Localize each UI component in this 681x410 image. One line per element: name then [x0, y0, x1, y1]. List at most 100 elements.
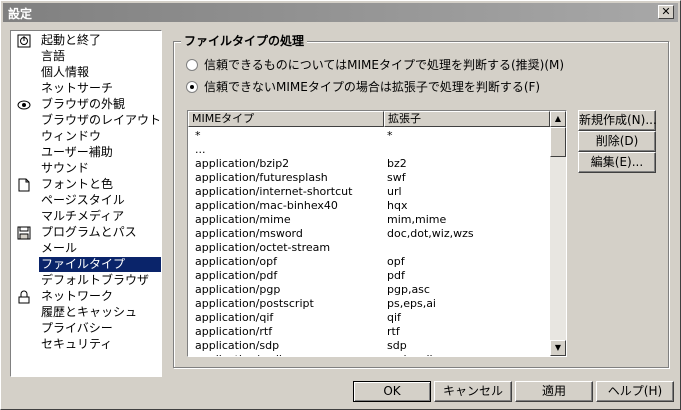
delete-button[interactable]: 削除(D): [578, 131, 656, 152]
sidebar-item[interactable]: ウィンドウ: [39, 129, 103, 144]
radio-trusted-label: 信頼できるものについてはMIMEタイプで処理を判断する(推奨)(M): [204, 58, 565, 72]
mime-type-cell: application/msword: [195, 227, 303, 240]
mime-type-cell: application/mac-binhex40: [195, 199, 338, 212]
table-row[interactable]: application/pdf pdf: [188, 269, 550, 283]
file-type-list[interactable]: MIMEタイプ 拡張子 * *... application/bzip2 bz2 app…: [187, 110, 567, 357]
eye-icon: [17, 98, 31, 112]
mime-type-cell: ...: [195, 143, 206, 156]
table-row[interactable]: * *: [188, 129, 550, 143]
sidebar-item[interactable]: ユーザー補助: [39, 145, 115, 160]
sidebar-item[interactable]: 履歴とキャッシュ: [39, 305, 139, 320]
mime-type-cell: application/futuresplash: [195, 171, 328, 184]
extension-cell: hqx: [387, 199, 408, 212]
new-button[interactable]: 新規作成(N)...: [578, 110, 657, 131]
sidebar-item[interactable]: マルチメディア: [39, 209, 126, 224]
extension-cell: rtf: [387, 325, 400, 338]
extension-cell: bz2: [387, 157, 407, 170]
extension-cell: pdf: [387, 269, 405, 282]
apply-button[interactable]: 適用: [515, 381, 593, 402]
radio-untrusted-label: 信頼できないMIMEタイプの場合は拡張子で処理を判断する(F): [204, 80, 541, 94]
mime-type-cell: application/pdf: [195, 269, 278, 282]
table-row[interactable]: application/futuresplash swf: [188, 171, 550, 185]
table-row[interactable]: application/smil smi,smil: [188, 353, 550, 356]
extension-cell: pgp,asc: [387, 283, 430, 296]
help-button[interactable]: ヘルプ(H): [596, 381, 674, 402]
extension-cell: sdp: [387, 339, 407, 352]
close-button[interactable]: ✕: [658, 5, 674, 19]
power-icon: [17, 34, 31, 48]
extension-cell: ps,eps,ai: [387, 297, 436, 310]
scroll-down-button[interactable]: ▼: [550, 340, 566, 356]
vertical-scrollbar[interactable]: ▲ ▼: [550, 111, 566, 356]
mime-type-cell: application/qif: [195, 311, 274, 324]
list-header: MIMEタイプ 拡張子: [188, 111, 550, 127]
settings-dialog: 設定 ✕ 起動と終了 言語 個人情報 ネットサーチ ブラウザの外観 ブラウザのレイアウトウ…: [0, 0, 681, 410]
sidebar-item[interactable]: 言語: [39, 49, 67, 64]
table-row[interactable]: application/qif qif: [188, 311, 550, 325]
table-row[interactable]: application/pgp pgp,asc: [188, 283, 550, 297]
extension-cell: *: [387, 129, 393, 142]
sidebar-item[interactable]: デフォルトブラウザ: [39, 273, 151, 288]
table-row[interactable]: application/octet-stream: [188, 241, 550, 255]
sidebar-item[interactable]: ネットサーチ: [39, 81, 115, 96]
table-row[interactable]: application/rtf rtf: [188, 325, 550, 339]
title-bar[interactable]: 設定 ✕: [3, 3, 678, 22]
sidebar-item[interactable]: ブラウザの外観: [39, 97, 127, 112]
group-title: ファイルタイプの処理: [181, 32, 308, 49]
scroll-up-button[interactable]: ▲: [550, 111, 566, 127]
radio-selected-dot: [190, 85, 194, 89]
ok-button[interactable]: OK: [353, 381, 431, 402]
mime-type-cell: application/postscript: [195, 297, 314, 310]
sidebar-item[interactable]: サウンド: [39, 161, 91, 176]
table-row[interactable]: application/mime mim,mime: [188, 213, 550, 227]
mime-type-cell: application/internet-shortcut: [195, 185, 353, 198]
table-row[interactable]: application/msword doc,dot,wiz,wzs: [188, 227, 550, 241]
sidebar-item[interactable]: フォントと色: [39, 177, 115, 192]
table-row[interactable]: application/mac-binhex40 hqx: [188, 199, 550, 213]
extension-cell: url: [387, 185, 402, 198]
mime-type-cell: application/rtf: [195, 325, 273, 338]
extension-cell: swf: [387, 171, 406, 184]
table-row[interactable]: application/postscript ps,eps,ai: [188, 297, 550, 311]
mime-type-cell: application/pgp: [195, 283, 281, 296]
sidebar-item[interactable]: ネットワーク: [39, 289, 115, 304]
settings-category-tree: 起動と終了 言語 個人情報 ネットサーチ ブラウザの外観 ブラウザのレイアウト ウィンドウユ…: [10, 30, 162, 377]
extension-cell: mim,mime: [387, 213, 447, 226]
table-row[interactable]: ...: [188, 143, 550, 157]
sidebar-item[interactable]: プログラムとパス: [39, 225, 139, 240]
table-row[interactable]: application/bzip2 bz2: [188, 157, 550, 171]
table-row[interactable]: application/internet-shortcut url: [188, 185, 550, 199]
mime-type-cell: application/bzip2: [195, 157, 290, 170]
mime-type-cell: *: [195, 129, 201, 142]
column-header-mime-type[interactable]: MIMEタイプ: [188, 111, 384, 127]
column-header-extension[interactable]: 拡張子: [384, 111, 550, 127]
sidebar-item[interactable]: ブラウザのレイアウト: [39, 113, 163, 128]
sidebar-item[interactable]: 起動と終了: [39, 33, 103, 48]
lock-icon: [17, 290, 31, 304]
sidebar-item[interactable]: ページスタイル: [39, 193, 127, 208]
mime-type-cell: application/mime: [195, 213, 291, 226]
extension-cell: doc,dot,wiz,wzs: [387, 227, 474, 240]
mime-type-cell: application/octet-stream: [195, 241, 331, 254]
cancel-button[interactable]: キャンセル: [434, 381, 512, 402]
table-row[interactable]: application/sdp sdp: [188, 339, 550, 353]
extension-cell: qif: [387, 311, 401, 324]
table-row[interactable]: application/opf opf: [188, 255, 550, 269]
radio-button-trusted[interactable]: [186, 59, 198, 71]
window-title: 設定: [8, 7, 33, 21]
sidebar-item[interactable]: プライバシー: [39, 321, 115, 336]
extension-cell: opf: [387, 255, 405, 268]
radio-button-untrusted[interactable]: [186, 81, 198, 93]
edit-button[interactable]: 編集(E)...: [578, 152, 656, 173]
disk-icon: [17, 226, 31, 240]
mime-type-cell: application/opf: [195, 255, 277, 268]
sidebar-item[interactable]: セキュリティ: [39, 337, 114, 352]
document-icon: [17, 178, 31, 192]
sidebar-item[interactable]: メール: [39, 241, 79, 256]
mime-type-cell: application/smil: [195, 353, 282, 356]
mime-type-cell: application/sdp: [195, 339, 280, 352]
scroll-thumb[interactable]: [550, 127, 566, 157]
sidebar-item[interactable]: ファイルタイプ: [39, 257, 161, 272]
extension-cell: smi,smil: [387, 353, 433, 356]
sidebar-item[interactable]: 個人情報: [39, 65, 91, 80]
